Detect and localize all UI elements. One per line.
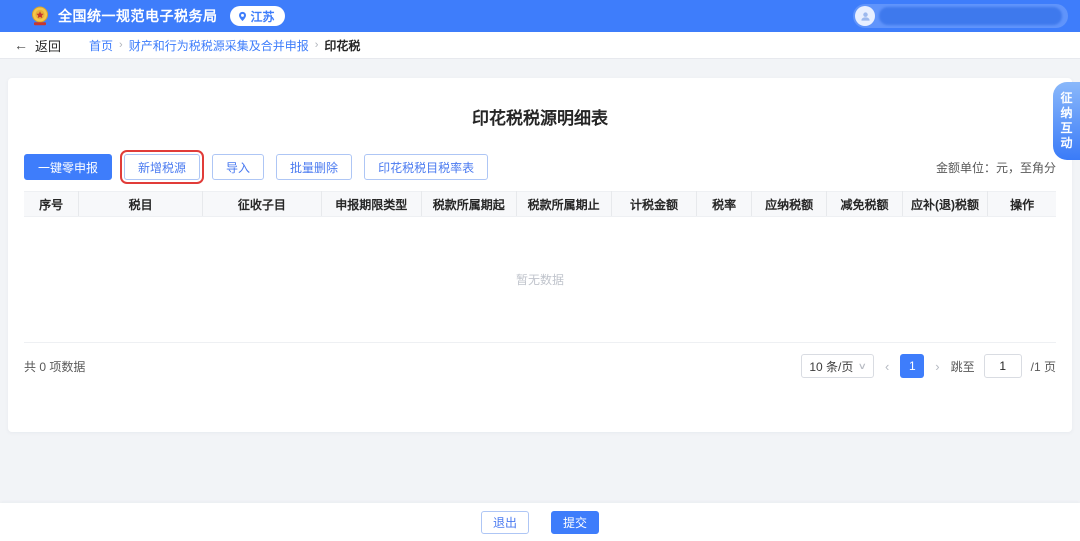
column-header: 税率	[697, 192, 752, 217]
amount-unit-note: 金额单位：元，至角分	[936, 159, 1056, 176]
column-header: 操作	[988, 192, 1056, 217]
tax-source-table: 序号税目征收子目申报期限类型税款所属期起税款所属期止计税金额税率应纳税额减免税额…	[24, 191, 1056, 217]
column-header: 应补(退)税额	[902, 192, 988, 217]
pagination: 10 条/页 ∨ ‹ 1 › 跳至 /1 页	[801, 354, 1056, 378]
breadcrumb-bar: ← 返回 首页 › 财产和行为税税源采集及合并申报 › 印花税	[0, 32, 1080, 59]
table-header-row: 序号税目征收子目申报期限类型税款所属期起税款所属期止计税金额税率应纳税额减免税额…	[24, 192, 1056, 217]
exit-button[interactable]: 退出	[481, 511, 529, 534]
main-content: 印花税税源明细表 一键零申报 新增税源 导入 批量删除 印花税税目税率表 金额单…	[0, 59, 1080, 432]
jump-page-input[interactable]	[984, 354, 1022, 378]
page-size-select[interactable]: 10 条/页 ∨	[801, 354, 874, 378]
user-avatar-icon	[855, 6, 875, 26]
page-title: 印花税税源明细表	[24, 78, 1056, 129]
location-pin-icon	[237, 11, 248, 22]
toolbar: 一键零申报 新增税源 导入 批量删除 印花税税目税率表 金额单位：元，至角分	[24, 153, 1056, 181]
table-footer: 共 0 项数据 10 条/页 ∨ ‹ 1 › 跳至 /1 页	[24, 343, 1056, 389]
stamp-tax-detail-panel: 印花税税源明细表 一键零申报 新增税源 导入 批量删除 印花税税目税率表 金额单…	[8, 78, 1072, 432]
breadcrumb-item-collection[interactable]: 财产和行为税税源采集及合并申报	[129, 37, 309, 54]
total-pages-label: /1 页	[1031, 358, 1056, 375]
app-title: 全国统一规范电子税务局	[58, 6, 218, 26]
column-header: 征收子目	[203, 192, 322, 217]
back-button[interactable]: ← 返回	[14, 36, 61, 55]
column-header: 减免税额	[827, 192, 902, 217]
total-count-text: 共 0 项数据	[24, 358, 85, 375]
column-header: 税款所属期起	[421, 192, 516, 217]
breadcrumb-item-home[interactable]: 首页	[89, 37, 113, 54]
region-selector[interactable]: 江苏	[230, 6, 285, 26]
submit-button[interactable]: 提交	[551, 511, 599, 534]
stamp-tax-rate-table-button[interactable]: 印花税税目税率表	[364, 154, 488, 180]
top-header-bar: 全国统一规范电子税务局 江苏	[0, 0, 1080, 32]
table-empty-body: 暂无数据	[24, 217, 1056, 343]
add-tax-source-button[interactable]: 新增税源	[124, 154, 200, 180]
batch-delete-button[interactable]: 批量删除	[276, 154, 352, 180]
column-header: 应纳税额	[751, 192, 826, 217]
bottom-action-bar: 退出 提交	[0, 503, 1080, 541]
one-click-zero-declare-button[interactable]: 一键零申报	[24, 154, 112, 180]
page-size-value: 10 条/页	[809, 358, 853, 375]
import-button[interactable]: 导入	[212, 154, 264, 180]
brand-area: 全国统一规范电子税务局 江苏	[30, 6, 285, 26]
back-label: 返回	[35, 36, 61, 55]
user-account-pill[interactable]	[853, 4, 1068, 28]
column-header: 税款所属期止	[516, 192, 611, 217]
side-tab-label: 征纳互动	[1060, 91, 1073, 151]
column-header: 计税金额	[611, 192, 697, 217]
region-label: 江苏	[251, 8, 275, 25]
app-root: 全国统一规范电子税务局 江苏 ← 返回 首页	[0, 0, 1080, 432]
tax-bureau-emblem-icon	[30, 6, 50, 26]
page-1-button[interactable]: 1	[900, 354, 924, 378]
prev-page-button[interactable]: ‹	[883, 359, 891, 374]
breadcrumb-separator-icon: ›	[315, 39, 319, 51]
back-arrow-icon: ←	[14, 37, 28, 53]
chevron-down-icon: ∨	[858, 361, 867, 372]
column-header: 申报期限类型	[321, 192, 421, 217]
breadcrumb-item-current: 印花税	[324, 37, 360, 54]
next-page-button[interactable]: ›	[933, 359, 941, 374]
breadcrumb-separator-icon: ›	[119, 39, 123, 51]
column-header: 序号	[24, 192, 79, 217]
column-header: 税目	[79, 192, 203, 217]
tax-interaction-side-tab[interactable]: 征纳互动	[1053, 82, 1080, 160]
jump-to-label: 跳至	[951, 358, 975, 375]
user-info-redacted	[879, 7, 1062, 25]
empty-state-text: 暂无数据	[516, 271, 564, 288]
